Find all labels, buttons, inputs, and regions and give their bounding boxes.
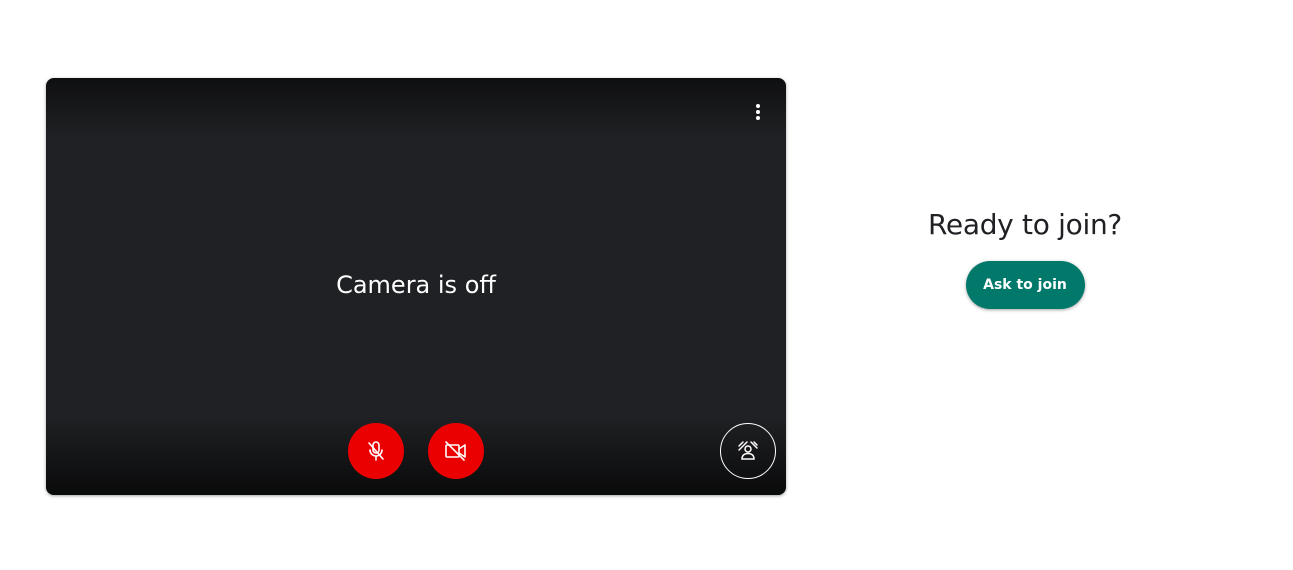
more-options-button[interactable]: [738, 92, 778, 132]
camera-off-label: Camera is off: [336, 271, 496, 299]
meet-prejoin-page: Camera is off Ready to join? Ask to join: [0, 0, 1293, 570]
ask-to-join-button[interactable]: Ask to join: [965, 261, 1085, 309]
ready-to-join-title: Ready to join?: [928, 208, 1122, 241]
join-panel: Ready to join? Ask to join: [880, 208, 1170, 309]
camera-preview: Camera is off: [46, 78, 786, 495]
videocam-off-icon: [445, 441, 466, 461]
visual-effects-icon: [738, 441, 758, 460]
mic-off-icon: [368, 441, 384, 461]
camera-toggle-button[interactable]: [428, 423, 484, 479]
microphone-toggle-button[interactable]: [348, 423, 404, 479]
more-vert-icon: [756, 104, 760, 120]
visual-effects-button[interactable]: [720, 423, 776, 479]
